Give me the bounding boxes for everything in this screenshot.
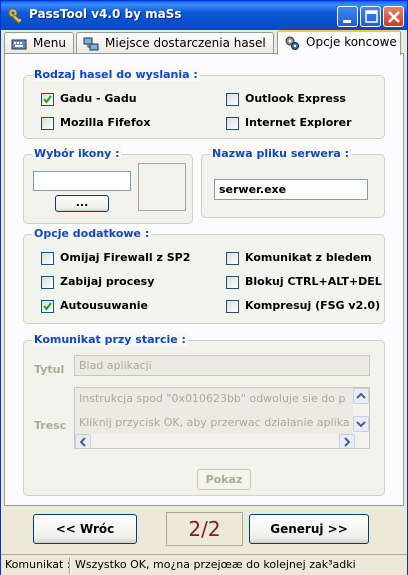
icon-path-input[interactable] — [33, 171, 131, 191]
server-file-group: Nazwa pliku serwera : serwer.exe — [201, 147, 385, 218]
checkbox-box[interactable] — [226, 300, 239, 313]
horizontal-scrollbar[interactable] — [75, 434, 355, 448]
minimize-button[interactable] — [337, 6, 358, 27]
tab-page: Rodzaj hasel do wyslania : Gadu - Gadu O… — [4, 53, 404, 506]
main-window: PassTool v4.0 by maSs Menu Miejsce dosta… — [0, 0, 408, 575]
checkbox-box[interactable] — [226, 252, 239, 265]
chevron-down-icon — [356, 421, 366, 428]
group-title: Nazwa pliku serwera : — [210, 147, 351, 160]
checkbox-box[interactable] — [226, 117, 239, 130]
network-icon — [83, 36, 99, 52]
gears-icon — [284, 35, 300, 51]
body-line: Instrukcja spod "0x010623bb" odwoluje si… — [79, 392, 346, 405]
app-key-icon — [7, 7, 25, 25]
group-title: Komunikat przy starcie : — [32, 333, 188, 346]
scroll-left-button[interactable] — [75, 434, 91, 448]
chevron-right-icon — [344, 437, 351, 447]
checkbox-box[interactable] — [41, 252, 54, 265]
title-label: Tytul — [34, 363, 65, 376]
checkbox-box[interactable] — [41, 117, 54, 130]
icon-preview — [138, 163, 186, 211]
generate-button[interactable]: Generuj >> — [249, 514, 369, 544]
tab-strip: Menu Miejsce dostarczenia hasel Opcje ko… — [4, 30, 404, 55]
close-icon — [388, 11, 400, 23]
body-label: Tresc — [34, 419, 67, 432]
keyboard-icon — [11, 36, 27, 52]
status-message: Wszystko OK, mo¿na przejœæ do kolejnej z… — [75, 558, 356, 571]
hash-types-group: Rodzaj hasel do wyslania : Gadu - Gadu O… — [23, 68, 385, 139]
tab-miejsce-dostarczenia[interactable]: Miejsce dostarczenia hasel — [76, 32, 274, 54]
message-title-input[interactable]: Blad aplikacji — [74, 355, 370, 376]
minimize-icon — [343, 20, 351, 23]
group-title: Wybór ikony : — [32, 147, 122, 160]
status-label: Komunikat : — [5, 558, 71, 571]
status-bar: Komunikat : Wszystko OK, mo¿na przejœæ d… — [1, 554, 407, 575]
scroll-right-button[interactable] — [339, 434, 355, 448]
checkmark-icon — [43, 95, 52, 104]
checkbox-box[interactable] — [226, 276, 239, 289]
chevron-up-icon — [356, 392, 366, 399]
browse-icon-button[interactable]: ... — [55, 195, 109, 212]
checkbox-box[interactable] — [41, 93, 54, 106]
group-title: Opcje dodatkowe : — [32, 227, 152, 240]
checkbox-box[interactable] — [226, 93, 239, 106]
status-divider — [69, 557, 71, 574]
window-title: PassTool v4.0 by maSs — [29, 7, 182, 21]
icon-choice-group: Wybór ikony : ... — [23, 147, 193, 224]
chevron-left-icon — [79, 437, 86, 447]
page-indicator: 2/2 — [166, 512, 243, 546]
checkbox-box[interactable] — [41, 300, 54, 313]
startup-message-group: Komunikat przy starcie : Tytul Blad apli… — [23, 333, 385, 496]
tab-opcje-koncowe[interactable]: Opcje koncowe — [277, 30, 401, 55]
back-button[interactable]: << Wróc — [33, 514, 137, 544]
close-button[interactable] — [383, 6, 404, 27]
scroll-down-button[interactable] — [353, 416, 369, 432]
checkmark-icon — [43, 302, 52, 311]
maximize-button[interactable] — [360, 6, 381, 27]
message-body-textarea[interactable]: Instrukcja spod "0x010623bb" odwoluje si… — [74, 387, 370, 449]
group-title: Rodzaj hasel do wyslania : — [32, 68, 200, 81]
scroll-up-button[interactable] — [353, 388, 369, 404]
maximize-icon — [365, 10, 378, 23]
title-bar[interactable]: PassTool v4.0 by maSs — [1, 1, 407, 30]
extra-options-group: Opcje dodatkowe : Omijaj Firewall z SP2 … — [23, 227, 385, 324]
body-line: Kliknij przycisk OK, aby przerwac dziala… — [79, 416, 350, 429]
show-message-button[interactable]: Pokaz — [197, 469, 251, 490]
server-filename-input[interactable]: serwer.exe — [214, 179, 368, 200]
tab-menu[interactable]: Menu — [4, 32, 74, 54]
vertical-scrollbar[interactable] — [353, 388, 369, 448]
checkbox-box[interactable] — [41, 276, 54, 289]
